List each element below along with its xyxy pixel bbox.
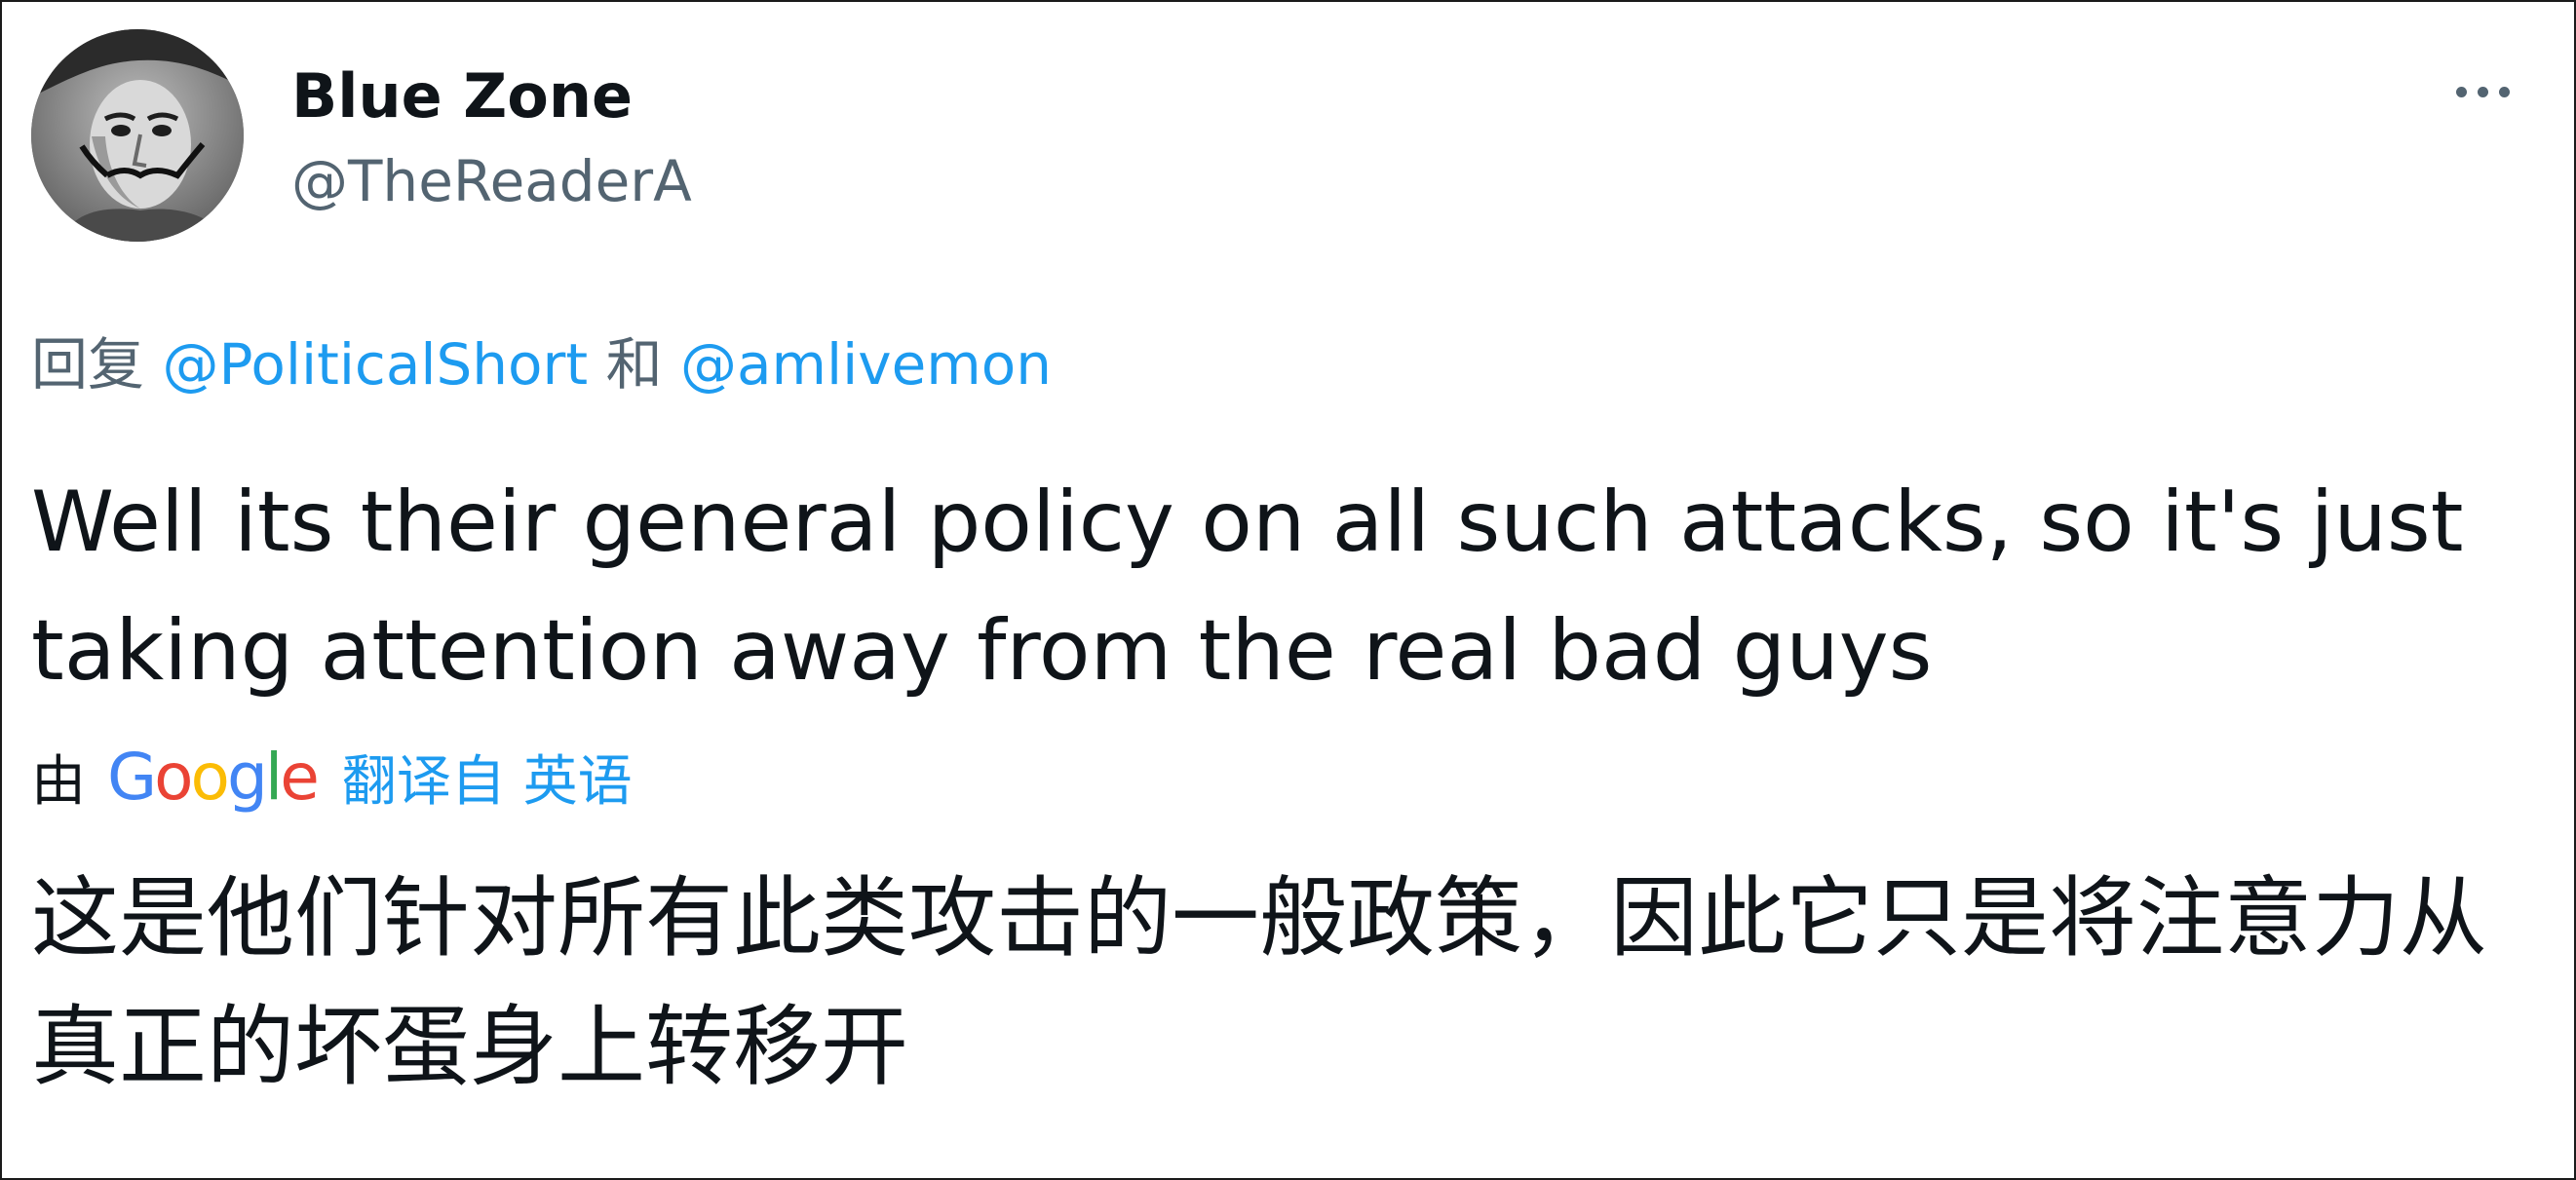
display-name[interactable]: Blue Zone [291,60,633,132]
user-handle[interactable]: @TheReaderA [291,148,692,214]
google-logo-letter: g [226,739,268,815]
google-logo-letter: o [190,739,230,815]
avatar-portrait-icon [31,29,244,242]
translated-from-link[interactable]: 翻译自 英语 [342,738,633,817]
avatar[interactable] [31,29,244,242]
tweet-card: Blue Zone @TheReaderA 回复 @PoliticalShort… [2,2,2574,1178]
google-logo-letter: l [264,739,283,815]
google-logo-letter: o [154,739,193,815]
replying-to: 回复 @PoliticalShort 和 @amlivemon [31,319,1052,400]
more-horizontal-icon-dot [2477,86,2488,97]
google-logo: G o o g l e [107,739,320,815]
screenshot-frame: Blue Zone @TheReaderA 回复 @PoliticalShort… [0,0,2576,1180]
more-horizontal-icon [2455,86,2467,97]
translated-tweet-text: 这是他们针对所有此类攻击的一般政策，因此它只是将注意力从真正的坏蛋身上转移开 [31,867,2487,1098]
more-horizontal-icon-dot [2498,86,2510,97]
google-logo-letter: e [280,739,320,815]
more-options-button[interactable] [2439,62,2526,121]
tweet-text: Well its their general policy on all suc… [31,474,2464,700]
reply-prefix: 回复 [31,331,145,398]
reply-conjunction: 和 [605,331,663,398]
reply-mention-amlivemon[interactable]: @amlivemon [680,331,1052,398]
translated-by-label: 由 [31,749,86,814]
reply-mention-politicalshort[interactable]: @PoliticalShort [162,331,588,398]
google-logo-letter: G [107,739,157,815]
translation-attribution: 由 G o o g l e 翻译自 英语 [31,738,633,816]
